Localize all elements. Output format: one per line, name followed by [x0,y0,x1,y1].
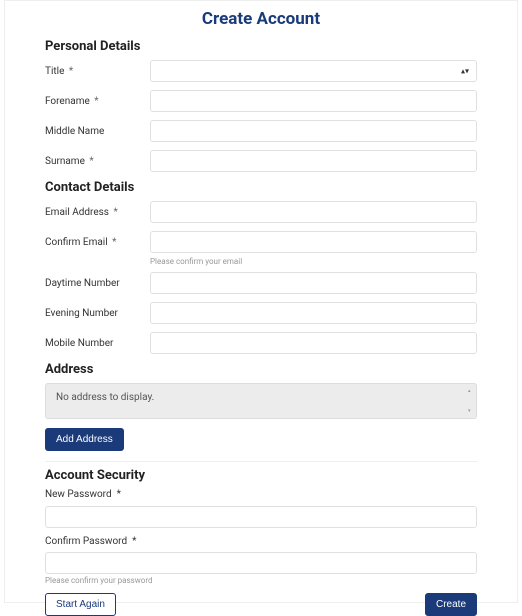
create-button[interactable]: Create [425,593,477,616]
group-new-password: New Password * [45,489,477,528]
start-again-button[interactable]: Start Again [45,593,116,616]
row-confirm-email: Confirm Email * [45,231,477,253]
required-mark: * [117,489,121,500]
label-forename-text: Forename [45,96,90,107]
forename-input[interactable] [150,90,477,112]
page-title: Create Account [45,9,477,29]
label-forename: Forename * [45,96,150,107]
divider [45,461,477,462]
label-title-text: Title [45,66,64,77]
label-evening-text: Evening Number [45,308,118,319]
label-mobile-text: Mobile Number [45,338,113,349]
required-mark: * [112,237,116,248]
required-mark: * [94,96,98,107]
label-confirm-password-text: Confirm Password [45,536,127,547]
row-email: Email Address * [45,201,477,223]
row-forename: Forename * [45,90,477,112]
label-middle-text: Middle Name [45,126,104,137]
row-mobile: Mobile Number [45,332,477,354]
label-new-password-text: New Password [45,489,112,500]
row-middle: Middle Name [45,120,477,142]
row-surname: Surname * [45,150,477,172]
section-contact-heading: Contact Details [45,180,477,195]
section-address-heading: Address [45,362,477,377]
label-surname-text: Surname [45,156,85,167]
title-select[interactable] [150,60,477,82]
evening-number-input[interactable] [150,302,477,324]
label-mobile: Mobile Number [45,338,150,349]
middle-name-input[interactable] [150,120,477,142]
section-security-heading: Account Security [45,468,477,483]
address-empty-text: No address to display. [56,392,154,403]
label-title: Title * [45,66,150,77]
label-daytime-text: Daytime Number [45,278,120,289]
label-email: Email Address * [45,207,150,218]
label-confirm-email-text: Confirm Email [45,237,108,248]
add-address-button[interactable]: Add Address [45,428,124,451]
group-confirm-password: Confirm Password * Please confirm your p… [45,536,477,586]
section-personal-heading: Personal Details [45,39,477,54]
label-middle: Middle Name [45,126,150,137]
required-mark: * [89,156,93,167]
confirm-email-help: Please confirm your email [150,257,477,266]
create-account-form: Create Account Personal Details Title * … [4,0,518,603]
label-confirm-email: Confirm Email * [45,237,150,248]
confirm-password-help: Please confirm your password [45,576,477,585]
label-confirm-password: Confirm Password * [45,536,477,547]
confirm-password-input[interactable] [45,552,477,574]
required-mark: * [113,207,117,218]
mobile-number-input[interactable] [150,332,477,354]
label-new-password: New Password * [45,489,477,500]
row-evening: Evening Number [45,302,477,324]
row-daytime: Daytime Number [45,272,477,294]
address-display-box: No address to display. ▴▾ [45,383,477,419]
required-mark: * [132,536,136,547]
label-daytime: Daytime Number [45,278,150,289]
resize-handle-icon[interactable]: ▴▾ [468,388,474,414]
add-address-wrap: Add Address [45,427,477,451]
label-evening: Evening Number [45,308,150,319]
footer-buttons: Start Again Create [45,593,477,616]
title-select-wrapper: ▴▾ [150,60,477,82]
confirm-email-input[interactable] [150,231,477,253]
email-input[interactable] [150,201,477,223]
label-surname: Surname * [45,156,150,167]
row-title: Title * ▴▾ [45,60,477,82]
required-mark: * [69,66,73,77]
surname-input[interactable] [150,150,477,172]
label-email-text: Email Address [45,207,109,218]
daytime-number-input[interactable] [150,272,477,294]
new-password-input[interactable] [45,506,477,528]
